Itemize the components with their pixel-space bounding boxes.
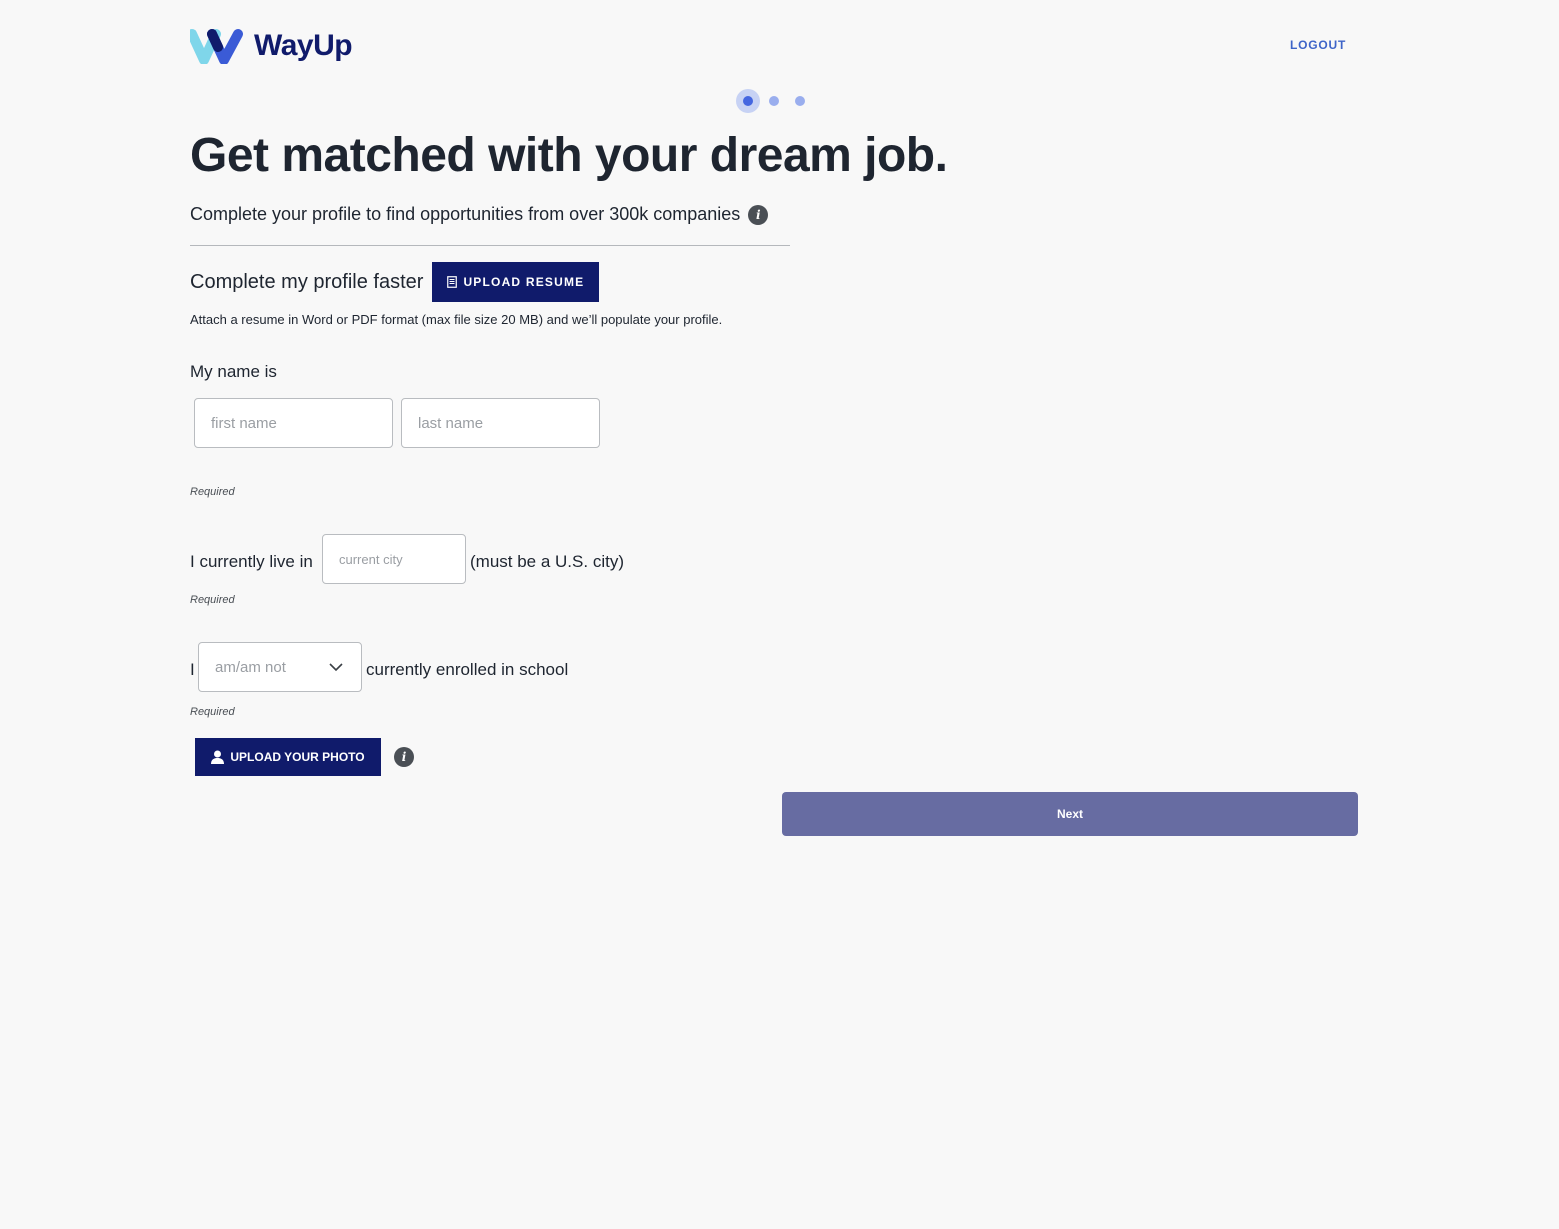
user-icon [211,750,225,764]
enrollment-select[interactable]: am/am not [198,642,362,692]
enrollment-prefix-label: I [190,660,195,679]
last-name-input[interactable] [401,398,600,448]
page-title: Get matched with your dream job. [190,129,948,182]
enrollment-suffix-label: currently enrolled in school [366,660,569,679]
logout-link[interactable]: LOGOUT [1290,38,1346,52]
chevron-down-icon [329,660,343,674]
page-subtitle: Complete your profile to find opportunit… [190,204,769,225]
resume-label: Complete my profile faster [190,270,424,293]
progress-indicator [736,89,814,113]
upload-resume-button[interactable]: UPLOAD RESUME [432,262,600,302]
divider [190,245,790,246]
wayup-logo[interactable]: WayUp [190,28,353,64]
upload-resume-label: UPLOAD RESUME [463,275,585,289]
progress-step-2 [762,89,786,113]
photo-info-icon[interactable]: i [394,747,414,767]
first-name-input[interactable] [194,398,393,448]
logo-text: WayUp [254,29,353,62]
enrollment-required-note: Required [190,706,235,718]
upload-photo-label: UPLOAD YOUR PHOTO [230,750,365,764]
city-prefix-label: I currently live in [190,552,313,571]
info-icon[interactable]: i [748,204,769,225]
progress-step-1 [736,89,760,113]
next-button[interactable]: Next [782,792,1358,836]
wayup-logo-icon [190,29,243,64]
upload-photo-button[interactable]: UPLOAD YOUR PHOTO [195,738,381,776]
document-icon [447,276,458,288]
city-suffix-label: (must be a U.S. city) [470,552,624,571]
enrollment-select-value: am/am not [215,658,286,676]
resume-section: Complete my profile faster UPLOAD RESUME [190,262,600,302]
resume-hint: Attach a resume in Word or PDF format (m… [190,312,723,327]
current-city-input[interactable] [322,534,466,584]
page: WayUp LOGOUT Get matched with your dream… [0,0,1559,1229]
progress-step-3 [788,89,812,113]
name-required-note: Required [190,486,235,498]
name-label: My name is [190,362,277,381]
subtitle-text: Complete your profile to find opportunit… [190,204,741,224]
city-required-note: Required [190,594,235,606]
